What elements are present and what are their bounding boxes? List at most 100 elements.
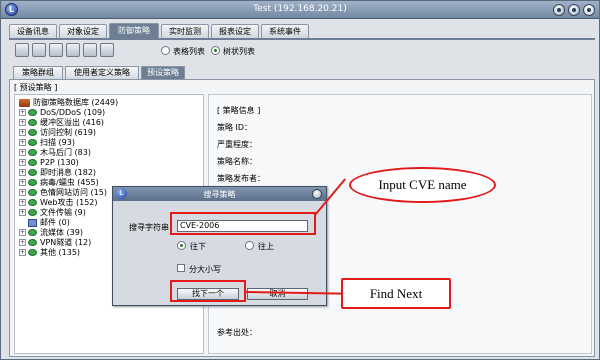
tree-list-radio[interactable] (211, 46, 220, 55)
cancel-button[interactable]: 取消 (247, 288, 308, 300)
subtab-policy-groups[interactable]: 策略群组 (13, 66, 63, 79)
expand-icon[interactable]: + (19, 139, 26, 146)
tree-root-label: 防御策略数据库 (2449) (33, 98, 119, 107)
tree-item-label: 访问控制 (619) (40, 128, 97, 137)
category-icon (28, 199, 37, 206)
tree-item[interactable]: + 木马后门 (83) (19, 148, 91, 158)
title-bar: L Test (192.168.20.21) (1, 1, 599, 19)
policy-name-label: 策略名称： (217, 157, 257, 166)
tab-system-events[interactable]: 系统事件 (261, 24, 309, 39)
category-icon (28, 139, 37, 146)
match-case-checkbox[interactable] (177, 264, 185, 272)
subtab-default-policy[interactable]: 预设策略 (141, 66, 185, 79)
expand-icon[interactable]: + (19, 119, 26, 126)
tree-item-label: Web攻击 (152) (40, 198, 98, 207)
search-label: 搜寻字符串 (129, 223, 169, 232)
expand-icon[interactable]: + (19, 159, 26, 166)
category-icon (28, 109, 37, 116)
expand-icon[interactable]: + (19, 169, 26, 176)
tree-item-label: 缓冲区溢出 (416) (40, 118, 105, 127)
tree-item-label: VPN隧道 (12) (40, 238, 92, 247)
tab-object-settings[interactable]: 对象设定 (59, 24, 107, 39)
expand-icon[interactable]: + (19, 189, 26, 196)
minimize-button[interactable] (553, 4, 565, 16)
direction-up-radio[interactable] (245, 241, 254, 250)
tree-item[interactable]: + VPN隧道 (12) (19, 238, 91, 248)
expand-icon[interactable]: + (19, 199, 26, 206)
direction-up-label: 往上 (258, 242, 274, 251)
tools-icon[interactable] (100, 43, 114, 57)
add-policy-icon[interactable] (15, 43, 29, 57)
tree-item[interactable]: + 扫描 (93) (19, 138, 75, 148)
tree-item-label: 色情网站访问 (15) (40, 188, 107, 197)
tree-item[interactable]: + 病毒/蠕虫 (455) (19, 178, 99, 188)
tree-item-label: 即时消息 (182) (40, 168, 97, 177)
match-case-label: 分大小写 (189, 265, 221, 274)
tree-item[interactable]: + 缓冲区溢出 (416) (19, 118, 104, 128)
tree-item-label: 其他 (135) (40, 248, 81, 257)
close-button[interactable] (583, 4, 595, 16)
direction-down-label: 往下 (190, 242, 206, 251)
category-icon (28, 159, 37, 166)
tree-item[interactable]: + 其他 (135) (19, 248, 80, 258)
dialog-title-bar: L 搜寻策略 (113, 187, 326, 201)
direction-down-radio[interactable] (177, 241, 186, 250)
tree-item[interactable]: + 即时消息 (182) (19, 168, 96, 178)
tree-item[interactable]: + DoS/DDoS (109) (19, 108, 105, 118)
main-window: L Test (192.168.20.21) 设备讯息 对象设定 防御策略 实时… (0, 0, 600, 360)
tree-list-label: 树状列表 (223, 47, 255, 56)
dialog-close-icon[interactable] (312, 189, 322, 199)
expand-icon[interactable]: + (19, 109, 26, 116)
tree-item[interactable]: + Web攻击 (152) (19, 198, 98, 208)
table-list-label: 表格列表 (173, 47, 205, 56)
category-icon (28, 229, 37, 236)
tab-device-info[interactable]: 设备讯息 (9, 24, 57, 39)
tree-item-label: P2P (130) (40, 158, 79, 167)
dialog-title: 搜寻策略 (203, 190, 236, 199)
expand-icon[interactable]: + (19, 229, 26, 236)
policy-id-label: 策略 ID： (217, 123, 253, 132)
category-icon (28, 189, 37, 196)
severity-label: 严重程度： (217, 140, 257, 149)
settings-icon[interactable] (83, 43, 97, 57)
tree-root[interactable]: 防御策略数据库 (2449) (19, 98, 118, 108)
find-next-callout: Find Next (341, 278, 451, 309)
subtab-user-defined[interactable]: 使用者定义策略 (65, 66, 139, 79)
search-policy-icon[interactable] (49, 43, 63, 57)
find-next-highlight-box (170, 280, 246, 302)
tree-item[interactable]: + 访问控制 (619) (19, 128, 96, 138)
tree-item[interactable]: + P2P (130) (19, 158, 79, 168)
input-highlight-box (170, 212, 316, 235)
tree-item-label: 扫描 (93) (40, 138, 75, 147)
tree-item-label: 木马后门 (83) (40, 148, 91, 157)
save-icon[interactable] (66, 43, 80, 57)
expand-icon[interactable]: + (19, 239, 26, 246)
category-icon (28, 129, 37, 136)
tab-underline (9, 38, 595, 40)
expand-icon[interactable]: + (19, 179, 26, 186)
tab-report-settings[interactable]: 报表设定 (211, 24, 259, 39)
expand-icon[interactable]: + (19, 129, 26, 136)
tree-item-label: DoS/DDoS (109) (40, 108, 106, 117)
expand-icon[interactable]: + (19, 249, 26, 256)
edit-policy-icon[interactable] (32, 43, 46, 57)
tree-item-label: 邮件 (0) (40, 218, 70, 227)
tree-item[interactable]: + 流媒体 (39) (19, 228, 83, 238)
category-icon (28, 179, 37, 186)
maximize-button[interactable] (568, 4, 580, 16)
expand-icon[interactable]: + (19, 149, 26, 156)
tab-realtime-monitor[interactable]: 实时监测 (161, 24, 209, 39)
tab-defense-policy[interactable]: 防御策略 (109, 23, 159, 39)
detail-header: [ 策略信息 ] (217, 106, 261, 115)
category-icon (28, 169, 37, 176)
tree-item-label: 文件传输 (9) (40, 208, 86, 217)
tree-item[interactable]: + 文件传输 (9) (19, 208, 86, 218)
expand-icon[interactable]: + (19, 209, 26, 216)
tree-item[interactable]: 邮件 (0) (28, 218, 70, 228)
category-icon (28, 119, 37, 126)
panel-label: [ 预设策略 ] (14, 83, 58, 92)
database-icon (19, 98, 30, 107)
table-list-radio[interactable] (161, 46, 170, 55)
mail-icon (28, 218, 37, 227)
tree-item[interactable]: + 色情网站访问 (15) (19, 188, 107, 198)
